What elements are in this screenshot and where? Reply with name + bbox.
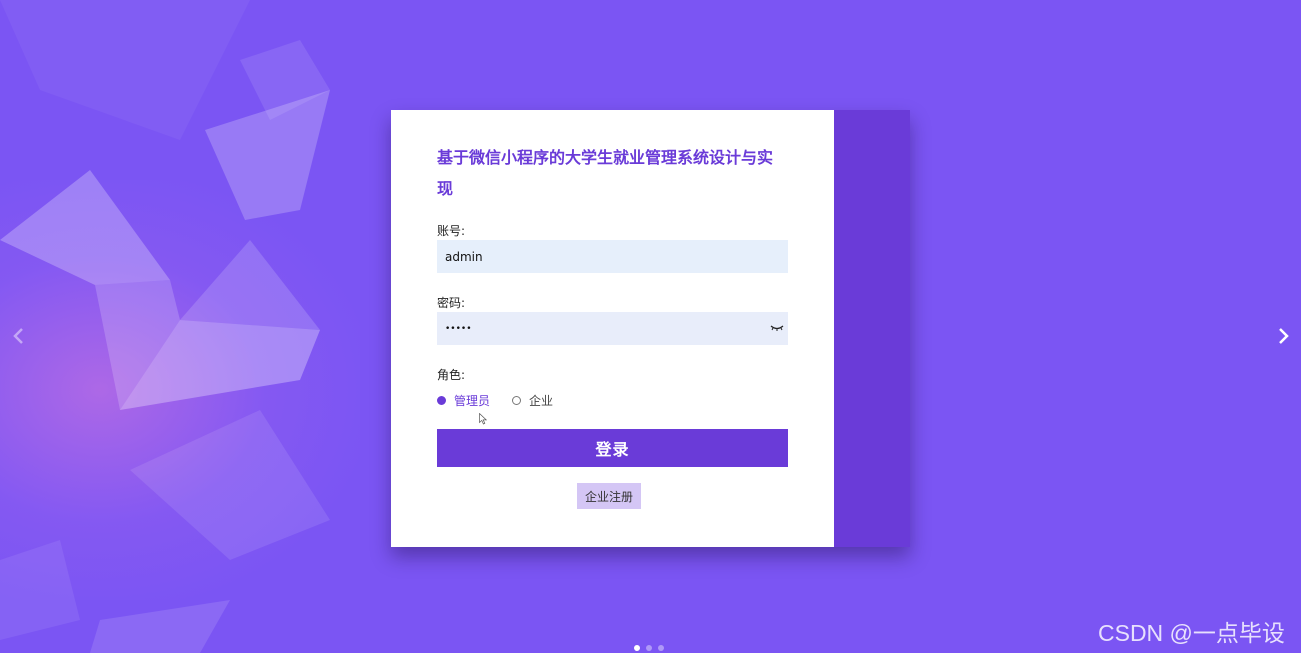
role-radio-company[interactable]: 企业 — [512, 392, 553, 409]
login-panel-accent — [834, 110, 910, 547]
carousel-next-button[interactable] — [1272, 322, 1296, 350]
carousel-indicators — [634, 645, 670, 651]
carousel-dot-3[interactable] — [658, 645, 664, 651]
watermark: CSDN @一点毕设 — [1098, 620, 1285, 646]
carousel-dot-1[interactable] — [634, 645, 640, 651]
password-input-value: ••••• — [445, 323, 472, 334]
password-label: 密码: — [437, 296, 466, 310]
login-button[interactable]: 登录 — [437, 429, 788, 467]
chevron-right-icon — [1279, 328, 1289, 344]
password-input[interactable]: ••••• — [437, 312, 788, 345]
role-label: 角色: — [437, 368, 466, 382]
radio-checked-icon — [437, 396, 446, 405]
carousel-prev-button[interactable] — [6, 322, 30, 350]
account-input[interactable]: admin — [437, 240, 788, 273]
eye-closed-icon[interactable] — [770, 322, 784, 334]
register-company-button[interactable]: 企业注册 — [577, 483, 641, 509]
account-label: 账号: — [437, 224, 466, 238]
carousel-dot-2[interactable] — [646, 645, 652, 651]
page-title: 基于微信小程序的大学生就业管理系统设计与实现 — [437, 148, 774, 198]
chevron-left-icon — [13, 328, 23, 344]
role-radio-group: 管理员 企业 — [437, 392, 575, 409]
login-form: 基于微信小程序的大学生就业管理系统设计与实现 账号: admin 密码: •••… — [391, 110, 834, 547]
account-input-value: admin — [445, 249, 483, 264]
login-panel: 基于微信小程序的大学生就业管理系统设计与实现 账号: admin 密码: •••… — [391, 110, 910, 547]
role-company-label: 企业 — [529, 394, 554, 408]
role-admin-label: 管理员 — [454, 394, 491, 408]
radio-unchecked-icon — [512, 396, 522, 405]
mouse-cursor-icon — [479, 413, 487, 425]
role-radio-admin[interactable]: 管理员 — [437, 392, 490, 409]
